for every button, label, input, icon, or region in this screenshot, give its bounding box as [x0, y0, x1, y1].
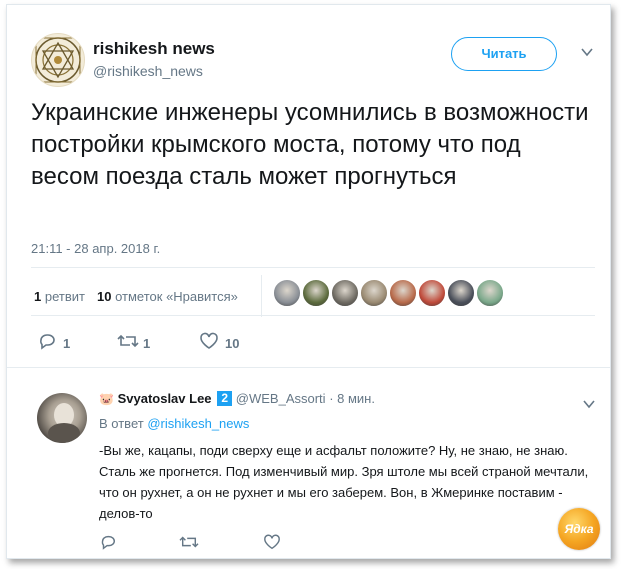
like-count: 10 — [225, 336, 240, 351]
reply-text: -Вы же, кацапы, поди сверху еще и асфаль… — [99, 443, 589, 521]
retweet-count: 1 — [143, 336, 151, 351]
author-name[interactable]: rishikesh news — [93, 39, 215, 59]
likes-label: отметок «Нравится» — [115, 289, 238, 304]
number-badge: 2 — [217, 391, 233, 406]
liker-avatar[interactable] — [273, 279, 301, 307]
likes-stat[interactable]: 10 отметок «Нравится» — [97, 289, 238, 304]
tweet-actions: 1 1 10 — [31, 331, 591, 355]
reply-icon — [40, 334, 55, 350]
divider — [31, 267, 595, 268]
retweet-icon[interactable] — [179, 533, 199, 551]
reply-author-name[interactable]: Svyatoslav Lee — [118, 391, 212, 406]
liker-avatar[interactable] — [447, 279, 475, 307]
retweet-icon — [117, 334, 139, 348]
divider — [31, 315, 595, 316]
reply-avatar[interactable] — [37, 393, 87, 443]
divider — [261, 275, 262, 317]
likes-count: 10 — [97, 289, 112, 304]
heart-icon — [200, 332, 218, 349]
liker-avatar[interactable] — [389, 279, 417, 307]
follow-button[interactable]: Читать — [451, 37, 557, 71]
reply-author-handle[interactable]: @WEB_Assorti — [236, 391, 326, 406]
avatar-photo — [48, 403, 80, 443]
heart-icon[interactable] — [263, 533, 281, 551]
mandala-logo-icon — [35, 37, 81, 83]
tweet-card: rishikesh news @rishikesh_news Читать Ук… — [6, 4, 611, 559]
chevron-down-icon[interactable] — [580, 45, 594, 59]
reply-header: 🐷 Svyatoslav Lee 2 @WEB_Assorti · 8 мин. — [99, 391, 579, 406]
reply-count: 1 — [63, 336, 71, 351]
watermark-logo: Ядка — [558, 508, 600, 550]
reply-tweet[interactable]: 🐷 Svyatoslav Lee 2 @WEB_Assorti · 8 мин.… — [7, 373, 610, 558]
reply-to-handle-link[interactable]: @rishikesh_news — [147, 416, 249, 431]
retweets-stat[interactable]: 1 ретвит — [34, 289, 85, 304]
reply-icon[interactable] — [99, 533, 117, 551]
tweet-timestamp[interactable]: 21:11 - 28 апр. 2018 г. — [31, 241, 160, 256]
tweet-text: Украинские инженеры усомнились в возможн… — [31, 99, 589, 190]
reply-time[interactable]: · 8 мин. — [329, 391, 375, 406]
author-handle[interactable]: @rishikesh_news — [93, 63, 203, 79]
reply-actions — [99, 533, 399, 553]
chevron-down-icon[interactable] — [582, 397, 596, 411]
reply-to-prefix: В ответ — [99, 416, 144, 431]
liker-avatar[interactable] — [360, 279, 388, 307]
reply-to-line: В ответ @rishikesh_news — [99, 416, 249, 431]
author-avatar[interactable] — [31, 33, 85, 87]
divider — [7, 367, 610, 368]
liker-avatar[interactable] — [331, 279, 359, 307]
tweet-stats: 1 ретвит 10 отметок «Нравится» — [31, 275, 591, 317]
reply-author-emoji-icon: 🐷 — [99, 392, 114, 406]
liker-avatar[interactable] — [418, 279, 446, 307]
retweets-count: 1 — [34, 289, 42, 304]
tweet-header: rishikesh news @rishikesh_news Читать — [31, 33, 594, 89]
liker-avatar[interactable] — [476, 279, 504, 307]
retweets-label: ретвит — [44, 289, 85, 304]
liker-avatar[interactable] — [302, 279, 330, 307]
